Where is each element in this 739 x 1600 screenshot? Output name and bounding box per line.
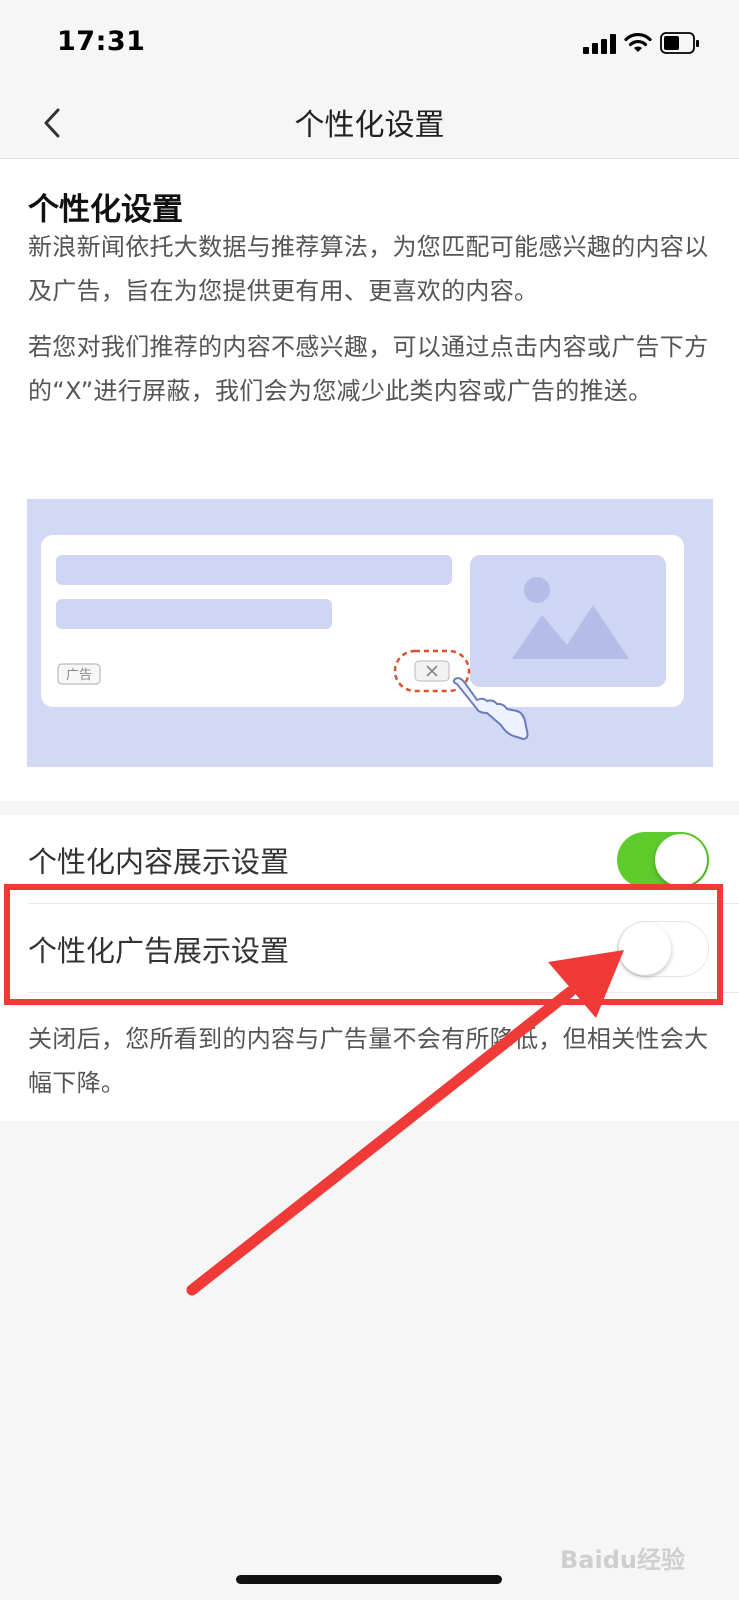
baidu-watermark: Baidu经验 (560, 1546, 685, 1574)
battery-icon (660, 32, 699, 54)
content-display-toggle[interactable] (617, 832, 709, 888)
intro-heading: 个性化设置 (28, 192, 183, 228)
signal-icon (583, 32, 617, 54)
wifi-icon (624, 32, 652, 52)
highlight-box (4, 884, 723, 1005)
setting-note: 关闭后，您所看到的内容与广告量不会有所降低，但相关性会大幅下降。 (28, 1025, 709, 1097)
intro-paragraph-1: 新浪新闻依托大数据与推荐算法，为您匹配可能感兴趣的内容以及广告，旨在为您提供更有… (28, 233, 709, 305)
home-indicator (236, 1575, 502, 1584)
ad-block-illustration: 广告 (27, 499, 713, 767)
intro-paragraph-2: 若您对我们推荐的内容不感兴趣，可以通过点击内容或广告下方的“X”进行屏蔽，我们会… (28, 333, 709, 405)
page-title: 个性化设置 (294, 108, 445, 143)
navigation-bar: 个性化设置 (0, 88, 739, 159)
content-display-setting-label: 个性化内容展示设置 (28, 845, 290, 879)
status-time: 17:31 (57, 26, 146, 57)
status-bar: 17:31 (0, 0, 739, 88)
ad-tag-label: 广告 (66, 668, 92, 683)
